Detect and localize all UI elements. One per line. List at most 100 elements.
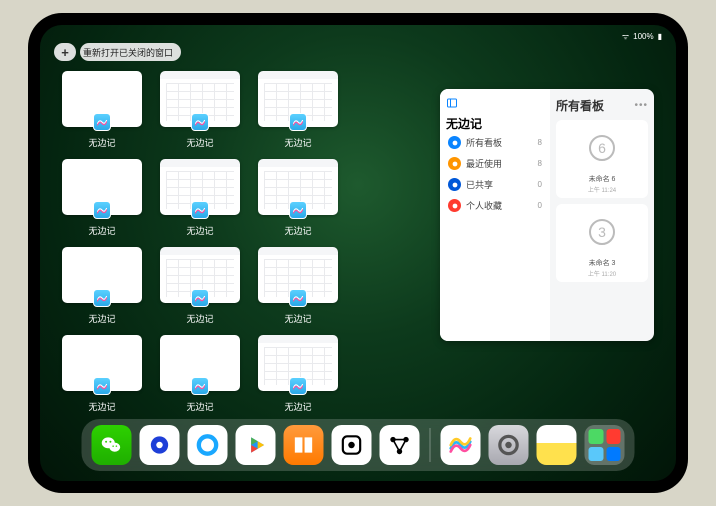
freeform-app-icon [289, 201, 307, 219]
thumb-label: 无边记 [284, 136, 311, 149]
panel-section-title: 所有看板 [556, 97, 604, 114]
more-icon[interactable]: ••• [634, 100, 648, 111]
window-grid: 无边记 无边记 无边记 无边记 [62, 71, 462, 413]
freeform-preview-panel[interactable]: 无边记 所有看板 8 最近使用 8 已共享 0 个人收藏 0 [440, 89, 654, 341]
category-label: 个人收藏 [466, 199, 502, 212]
freeform-app-icon [289, 289, 307, 307]
thumb-label: 无边记 [88, 400, 115, 413]
freeform-app-icon [191, 201, 209, 219]
sidebar-item[interactable]: 最近使用 8 [446, 153, 544, 174]
freeform-app-icon [93, 377, 111, 395]
thumb-label: 无边记 [186, 224, 213, 237]
window-thumb[interactable]: 无边记 [62, 71, 142, 149]
sidebar-item[interactable]: 已共享 0 [446, 174, 544, 195]
window-thumb[interactable]: 无边记 [62, 335, 142, 413]
freeform-app-icon [191, 377, 209, 395]
sidebar-item[interactable]: 个人收藏 0 [446, 195, 544, 216]
board-card[interactable]: 3 未命名 3 上午 11:20 [556, 204, 648, 282]
sidebar-icon [446, 97, 458, 109]
thumb-preview [160, 71, 240, 127]
panel-sidebar: 无边记 所有看板 8 最近使用 8 已共享 0 个人收藏 0 [440, 89, 550, 341]
thumb-label: 无边记 [284, 224, 311, 237]
window-thumb[interactable]: 无边记 [160, 247, 240, 325]
dock-app-play[interactable] [236, 425, 276, 465]
thumb-label: 无边记 [186, 400, 213, 413]
dock-app-browser-2[interactable] [188, 425, 228, 465]
board-name: 未命名 6 [560, 172, 644, 185]
category-count: 8 [538, 159, 542, 168]
board-time: 上午 11:20 [560, 269, 644, 278]
window-thumb[interactable]: 无边记 [258, 159, 338, 237]
thumb-label: 无边记 [88, 312, 115, 325]
board-preview: 6 [560, 124, 644, 172]
freeform-app-icon [191, 289, 209, 307]
board-card[interactable]: 6 未命名 6 上午 11:24 [556, 120, 648, 198]
window-thumb[interactable]: 无边记 [258, 71, 338, 149]
category-icon [448, 157, 461, 170]
dock [82, 419, 635, 471]
thumb-label: 无边记 [284, 312, 311, 325]
thumb-label: 无边记 [284, 400, 311, 413]
freeform-app-icon [93, 113, 111, 131]
category-count: 8 [538, 138, 542, 147]
thumb-preview [62, 335, 142, 391]
thumb-preview [258, 159, 338, 215]
dock-app-books[interactable] [284, 425, 324, 465]
thumb-label: 无边记 [88, 136, 115, 149]
thumb-label: 无边记 [88, 224, 115, 237]
window-thumb[interactable]: 无边记 [62, 159, 142, 237]
board-time: 上午 11:24 [560, 185, 644, 194]
thumb-preview [62, 71, 142, 127]
category-label: 已共享 [466, 178, 493, 191]
thumb-label: 无边记 [186, 312, 213, 325]
freeform-app-icon [93, 201, 111, 219]
dock-app-wechat[interactable] [92, 425, 132, 465]
dock-app-graph[interactable] [380, 425, 420, 465]
new-window-button[interactable]: + [54, 43, 76, 61]
ipad-device: ᯤ 100% ▮ + 重新打开已关闭的窗口 无边记 无边记 [28, 13, 688, 493]
status-bar: ᯤ 100% ▮ [40, 29, 676, 43]
dock-recent-settings[interactable] [489, 425, 529, 465]
thumb-preview [62, 247, 142, 303]
thumb-preview [160, 159, 240, 215]
svg-text:3: 3 [598, 224, 606, 240]
plus-icon: + [61, 45, 69, 60]
window-thumb[interactable]: 无边记 [160, 335, 240, 413]
thumb-preview [62, 159, 142, 215]
thumb-label: 无边记 [186, 136, 213, 149]
dock-recent-freeform[interactable] [441, 425, 481, 465]
dock-app-browser-1[interactable] [140, 425, 180, 465]
panel-app-title: 无边记 [446, 115, 544, 132]
thumb-preview [258, 71, 338, 127]
category-count: 0 [538, 201, 542, 210]
category-icon [448, 199, 461, 212]
dock-recent-notes[interactable] [537, 425, 577, 465]
category-label: 所有看板 [466, 136, 502, 149]
category-label: 最近使用 [466, 157, 502, 170]
sidebar-item[interactable]: 所有看板 8 [446, 132, 544, 153]
freeform-app-icon [289, 113, 307, 131]
thumb-preview [258, 247, 338, 303]
thumb-preview [160, 335, 240, 391]
board-preview: 3 [560, 208, 644, 256]
freeform-app-icon [289, 377, 307, 395]
window-thumb[interactable]: 无边记 [258, 335, 338, 413]
freeform-app-icon [93, 289, 111, 307]
category-count: 0 [538, 180, 542, 189]
board-name: 未命名 3 [560, 256, 644, 269]
category-icon [448, 136, 461, 149]
dock-app-dice[interactable] [332, 425, 372, 465]
reopen-label: 重新打开已关闭的窗口 [83, 46, 173, 59]
thumb-preview [258, 335, 338, 391]
window-thumb[interactable]: 无边记 [62, 247, 142, 325]
dock-folder[interactable] [585, 425, 625, 465]
dock-separator [430, 428, 431, 462]
svg-text:6: 6 [598, 140, 606, 156]
window-thumb[interactable]: 无边记 [258, 247, 338, 325]
battery-label: 100% [633, 32, 653, 41]
wifi-icon: ᯤ [622, 31, 629, 42]
window-thumb[interactable]: 无边记 [160, 159, 240, 237]
window-thumb[interactable]: 无边记 [160, 71, 240, 149]
panel-title-row [446, 97, 544, 109]
reopen-closed-window-pill[interactable]: 重新打开已关闭的窗口 [80, 43, 181, 61]
